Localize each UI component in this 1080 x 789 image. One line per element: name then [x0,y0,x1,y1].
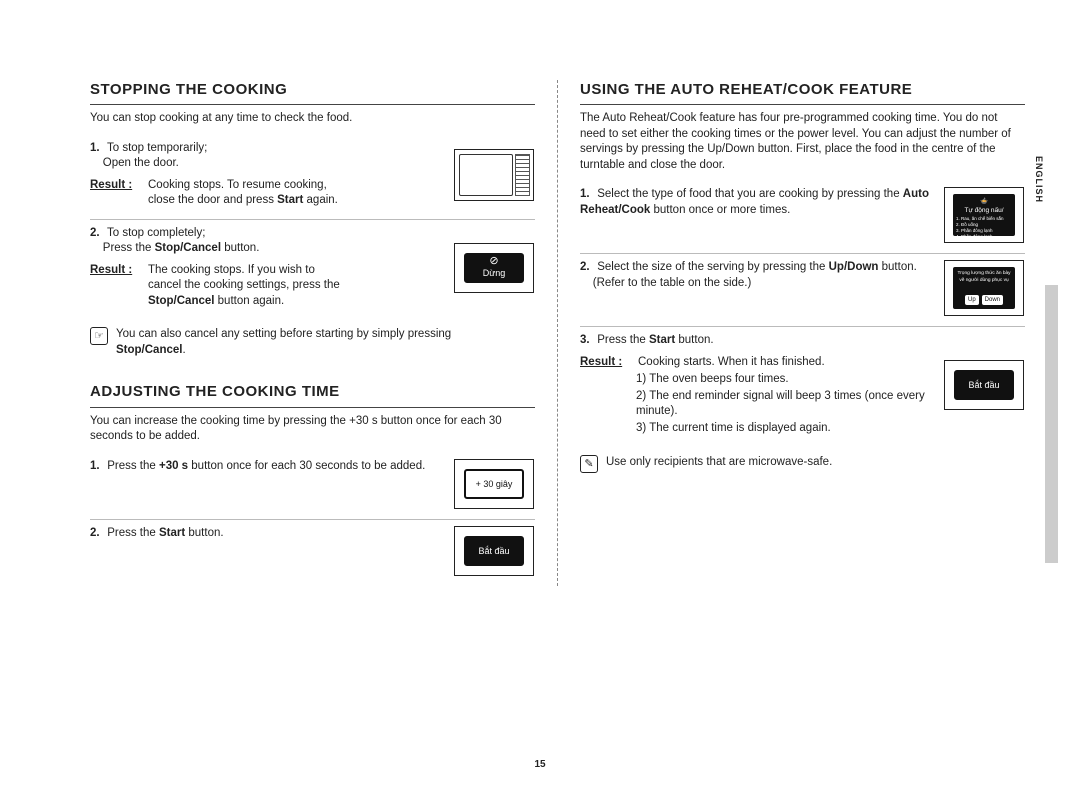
step-number: 1. [90,141,104,157]
intro-text: You can increase the cooking time by pre… [90,414,535,445]
down-chip: Down [982,295,1003,305]
step-line: Open the door. [103,157,179,169]
stop-icon: ⊘ [489,256,498,267]
column-divider [557,80,558,586]
auto-cook-panel-illustration: 🍲Tự động nấu/ 1. Rau, ăn chế biến sẵn 2.… [943,187,1025,243]
start-button-illustration: Bắt đầu [453,526,535,576]
result-block: Result : Cooking starts. When it has fin… [580,355,933,371]
note-text: You can also cancel any setting before s… [116,327,451,358]
heading-stopping-cooking: STOPPING THE COOKING [90,80,535,105]
note-block: ☞ You can also cancel any setting before… [90,327,535,358]
start-button-illustration: Bắt đầu [943,333,1025,437]
step-text: 1. Press the +30 s button once for each … [90,459,443,509]
intro-text: The Auto Reheat/Cook feature has four pr… [580,111,1025,173]
step-line: To stop completely; [107,227,205,239]
button-label: Bắt đầu [968,379,999,391]
result-label: Result : [90,263,140,310]
result-text: Cooking stops. To resume cooking, close … [148,178,338,209]
side-tab-decoration [1045,285,1058,563]
step-text: 2. Select the size of the serving by pre… [580,260,933,316]
step-number: 1. [90,459,104,475]
step-number: 1. [580,187,594,203]
heading-adjusting-time: ADJUSTING THE COOKING TIME [90,382,535,407]
info-icon: ✎ [580,455,598,473]
list-item: 2) The end reminder signal will beep 3 t… [636,389,933,420]
pointer-icon: ☞ [90,327,108,345]
step-number: 2. [580,260,594,276]
list-item: 1) The oven beeps four times. [636,372,933,388]
button-label: + 30 giây [476,478,513,490]
step-number: 2. [90,526,104,542]
language-tab: ENGLISH [1030,150,1048,209]
plus30s-button-illustration: + 30 giây [453,459,535,509]
result-text: The cooking stops. If you wish to cancel… [148,263,340,310]
step-text: 1. Select the type of food that you are … [580,187,933,243]
intro-text: You can stop cooking at any time to chec… [90,111,535,127]
heading-auto-reheat: USING THE AUTO REHEAT/COOK FEATURE [580,80,1025,105]
result-block: Result : The cooking stops. If you wish … [90,263,443,310]
panel-icon: 🍲 [980,198,988,205]
result-label: Result : [580,355,630,371]
microwave-illustration [453,141,535,209]
step-text: 2. Press the Start button. [90,526,443,576]
page-number: 15 [534,758,545,772]
stop-button-illustration: ⊘Dừng [453,226,535,310]
result-label: Result : [90,178,140,209]
step-text: 1. To stop temporarily; Open the door. [90,141,443,172]
result-block: Result : Cooking stops. To resume cookin… [90,178,443,209]
result-text: Cooking starts. When it has finished. [638,355,825,371]
result-sublist: 1) The oven beeps four times. 2) The end… [636,372,933,436]
button-label: Dừng [483,267,506,279]
step-text: 3. Press the Start button. [580,333,933,349]
note-text: Use only recipients that are microwave-s… [606,455,832,471]
step-line: To stop temporarily; [107,142,207,154]
up-chip: Up [965,295,979,305]
button-label: Bắt đầu [478,545,509,557]
note-block: ✎ Use only recipients that are microwave… [580,455,1025,473]
updown-panel-illustration: Trọng lượng thức ăn bày vẽ người dùng ph… [943,260,1025,316]
step-number: 2. [90,226,104,242]
step-text: 2. To stop completely; Press the Stop/Ca… [90,226,443,257]
list-item: 3) The current time is displayed again. [636,421,933,437]
step-number: 3. [580,333,594,349]
